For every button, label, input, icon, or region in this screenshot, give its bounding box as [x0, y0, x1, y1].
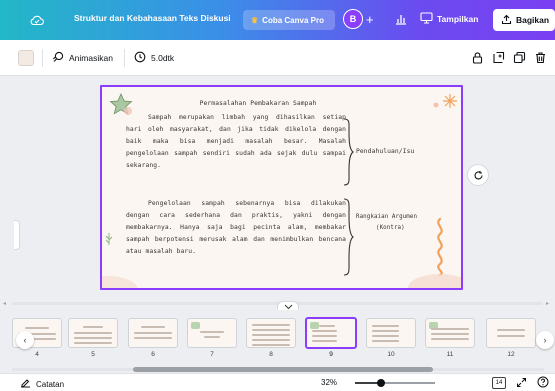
page-number: 10	[387, 351, 395, 358]
side-panel-handle[interactable]	[14, 220, 20, 250]
present-icon	[420, 12, 433, 26]
clock-icon	[134, 51, 146, 65]
duration-label: 5.0dtk	[151, 53, 175, 63]
document-title[interactable]: Struktur dan Kebahasaan Teks Diskusi	[74, 13, 231, 23]
try-pro-button[interactable]: ♛ Coba Canva Pro	[243, 10, 335, 30]
brace-2-icon	[343, 198, 354, 276]
slide-title[interactable]: Permasalahan Pembakaran Sampah	[158, 100, 358, 107]
filmstrip-scrollbar[interactable]	[8, 366, 548, 372]
add-page-icon[interactable]	[492, 51, 505, 64]
page-thumbnail-6[interactable]	[128, 318, 178, 348]
notes-pencil-icon	[20, 378, 31, 390]
zoom-value[interactable]: 32%	[321, 378, 337, 387]
page-number: 11	[446, 351, 454, 358]
share-button[interactable]: Bagikan	[493, 9, 555, 31]
present-button[interactable]: Tampilkan	[420, 12, 478, 26]
page-number-active: 9	[329, 351, 333, 358]
label-argument-contra[interactable]: (Kontra)	[376, 225, 405, 231]
page-number: 7	[210, 351, 214, 358]
filmstrip-prev-button[interactable]: ‹	[16, 331, 34, 349]
page-thumbnail-8[interactable]	[246, 318, 296, 348]
refresh-icon	[473, 170, 483, 179]
lock-icon[interactable]	[471, 51, 484, 64]
duplicate-icon[interactable]	[513, 51, 526, 64]
slide-paragraph-2[interactable]: Pengelolaan sampah sebenarnya bisa dilak…	[126, 198, 346, 258]
editor-toolbar: Animasikan 5.0dtk	[0, 40, 555, 76]
page-number: 5	[91, 351, 95, 358]
page-thumbnail-7[interactable]	[187, 318, 237, 348]
animate-button[interactable]: Animasikan	[52, 51, 113, 65]
insights-chart-icon[interactable]	[394, 12, 408, 26]
fullscreen-icon[interactable]	[516, 377, 527, 390]
blob-decoration-icon	[102, 276, 138, 288]
try-pro-label: Coba Canva Pro	[262, 15, 324, 25]
page-number: 8	[269, 351, 273, 358]
page-thumbnail-12[interactable]	[486, 318, 536, 348]
sparkle-decoration-icon	[443, 94, 457, 108]
zoom-slider-knob[interactable]	[377, 379, 385, 387]
top-bar: Struktur dan Kebahasaan Teks Diskusi ♛ C…	[0, 0, 555, 40]
help-icon[interactable]	[537, 376, 549, 390]
chevron-left-icon: ‹	[23, 335, 27, 345]
label-argument[interactable]: Rangkaian Argumen	[356, 214, 417, 220]
brace-1-icon	[343, 118, 354, 186]
trash-icon[interactable]	[534, 51, 547, 64]
chevron-right-icon: ›	[543, 335, 547, 345]
canvas-area: Permasalahan Pembakaran Sampah Sampah me…	[0, 76, 555, 306]
label-introduction[interactable]: Pendahuluan/Isu	[356, 148, 414, 155]
page-number: 6	[151, 351, 155, 358]
scrollbar-thumb[interactable]	[133, 367, 433, 372]
toolbar-divider	[124, 49, 125, 67]
filmstrip-next-button[interactable]: ›	[536, 331, 554, 349]
avatar[interactable]: B	[343, 9, 363, 29]
blob-decoration-icon	[408, 274, 461, 288]
scroll-left-icon[interactable]: ◂	[3, 300, 6, 307]
page-filmstrip: 4 5 6 7 8 9 10 11 12 ‹ ›	[0, 310, 555, 364]
page-thumbnail-10[interactable]	[366, 318, 416, 348]
background-color-swatch[interactable]	[18, 50, 34, 66]
notes-button[interactable]: Catatan	[20, 378, 64, 390]
scroll-right-icon[interactable]: ▸	[546, 300, 549, 307]
pages-grid-button[interactable]: 14	[492, 377, 506, 389]
page-number: 12	[507, 351, 515, 358]
dot-decoration-icon	[433, 102, 439, 108]
leaf-decoration-icon	[105, 233, 113, 245]
slide-paragraph-1[interactable]: Sampah merupakan limbah yang dihasilkan …	[126, 112, 346, 172]
present-label: Tampilkan	[437, 14, 479, 24]
page-number: 4	[35, 351, 39, 358]
page-thumbnail-9[interactable]	[305, 317, 357, 349]
slide-canvas[interactable]: Permasalahan Pembakaran Sampah Sampah me…	[100, 85, 463, 290]
duration-button[interactable]: 5.0dtk	[134, 51, 174, 65]
upload-share-icon	[501, 14, 512, 27]
toolbar-divider	[42, 49, 43, 67]
zoom-slider[interactable]	[355, 379, 435, 387]
page-thumbnail-11[interactable]	[425, 318, 475, 348]
bottom-bar: Catatan 32% 14	[0, 373, 555, 391]
plus-icon[interactable]: +	[366, 12, 374, 27]
animate-icon	[52, 51, 64, 65]
animate-label: Animasikan	[69, 53, 113, 63]
refresh-button[interactable]	[467, 164, 489, 186]
page-thumbnail-5[interactable]	[68, 318, 118, 348]
share-label: Bagikan	[516, 15, 550, 25]
notes-label: Catatan	[36, 379, 65, 389]
cloud-sync-icon[interactable]	[30, 14, 44, 26]
crown-icon: ♛	[251, 15, 259, 25]
